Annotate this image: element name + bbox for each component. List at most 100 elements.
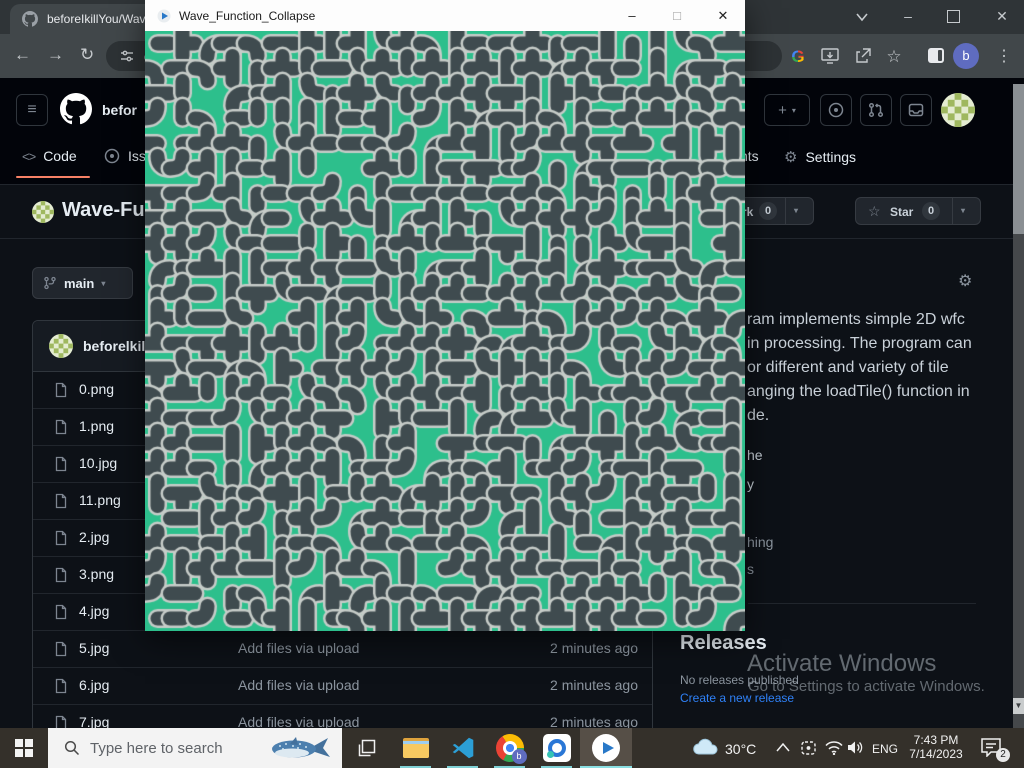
branch-name: main (64, 276, 94, 291)
pull-request-icon (868, 102, 884, 118)
wave-maximize-button[interactable]: □ (657, 0, 697, 31)
commit-author-avatar[interactable] (49, 334, 73, 358)
file-link[interactable]: 3.png (79, 566, 114, 582)
code-icon: <> (22, 149, 35, 164)
taskbar-vscode[interactable] (439, 728, 486, 768)
wifi-icon[interactable] (825, 741, 843, 755)
wave-close-button[interactable]: ✕ (703, 0, 743, 31)
wave-minimize-button[interactable]: – (612, 0, 652, 31)
star-icon: ☆ (868, 203, 881, 220)
browser-profile-avatar[interactable]: b (953, 43, 979, 69)
repo-avatar-identicon (32, 201, 54, 223)
issue-icon (104, 148, 120, 164)
github-logo[interactable] (60, 93, 92, 125)
file-icon (53, 419, 69, 435)
file-link[interactable]: 1.png (79, 418, 114, 434)
share-icon[interactable] (855, 48, 871, 64)
reload-icon[interactable]: ↻ (80, 45, 94, 65)
file-icon (53, 456, 69, 472)
install-icon[interactable] (821, 48, 839, 64)
clock-date: 7/14/2023 (903, 747, 969, 761)
tab-settings[interactable]: ⚙ Settings (784, 148, 856, 166)
create-new-button[interactable]: +▾ (764, 94, 810, 126)
hamburger-menu-button[interactable]: ≡ (16, 94, 48, 126)
page-scrollbar[interactable]: ▼ (1013, 84, 1024, 728)
weather-cloud-icon[interactable] (692, 738, 720, 756)
wave-function-collapse-window: Wave_Function_Collapse – □ ✕ (145, 0, 745, 631)
browser-close-button[interactable]: ✕ (992, 8, 1012, 25)
language-indicator[interactable]: ENG (872, 742, 898, 756)
repo-name-link[interactable]: Wave-Fu (62, 199, 145, 222)
forward-icon[interactable]: → (47, 45, 64, 65)
about-line: anging the loadTile() function in (747, 383, 970, 401)
tune-icon (120, 49, 134, 63)
clock-time: 7:43 PM (903, 733, 969, 747)
wave-window-title: Wave_Function_Collapse (179, 9, 315, 23)
caret-down-icon: ▾ (792, 106, 796, 115)
file-icon (53, 604, 69, 620)
about-list-item-fragment[interactable]: he (747, 447, 763, 463)
scrollbar-thumb[interactable] (1013, 84, 1024, 234)
file-link[interactable]: 2.jpg (79, 529, 109, 545)
action-center-button[interactable]: 2 (980, 737, 1006, 759)
user-avatar-identicon[interactable] (941, 93, 975, 127)
tab-search-chevron-icon[interactable] (855, 12, 869, 22)
start-button[interactable] (0, 728, 48, 768)
scrollbar-down-arrow[interactable]: ▼ (1013, 698, 1024, 714)
commit-message-link[interactable]: Add files via upload (238, 677, 359, 693)
gear-icon: ⚙ (784, 148, 797, 166)
branch-caret-icon: ▾ (101, 279, 105, 288)
notifications-inbox-button[interactable] (900, 94, 932, 126)
taskbar-wave-sketch-active[interactable] (580, 728, 632, 768)
fork-caret-icon[interactable]: ▾ (794, 206, 798, 215)
repo-owner-breadcrumb[interactable]: befor (102, 102, 137, 118)
google-icon[interactable]: G (788, 47, 808, 67)
windows-logo-icon (15, 739, 33, 757)
taskbar-processing[interactable] (533, 728, 580, 768)
star-caret-icon[interactable]: ▾ (961, 206, 965, 215)
notification-badge: 2 (996, 748, 1010, 762)
task-view-button[interactable] (344, 728, 390, 768)
wave-window-titlebar[interactable]: Wave_Function_Collapse – □ ✕ (145, 0, 745, 31)
about-gear-icon[interactable]: ⚙ (958, 271, 972, 291)
pull-requests-button[interactable] (860, 94, 892, 126)
back-icon[interactable]: ← (14, 45, 31, 65)
side-panel-icon[interactable] (928, 48, 944, 63)
browser-minimize-button[interactable]: – (898, 8, 918, 24)
activate-windows-watermark: Activate Windows (747, 650, 936, 678)
tablet-mode-icon[interactable] (800, 740, 817, 756)
taskbar-chrome[interactable]: b (486, 728, 533, 768)
tray-chevron-up-icon[interactable] (776, 743, 790, 752)
file-link[interactable]: 4.jpg (79, 603, 109, 619)
about-list-item-fragment[interactable]: y (747, 476, 754, 492)
global-issues-button[interactable] (820, 94, 852, 126)
star-button[interactable]: ☆ Star 0 ▾ (855, 197, 981, 225)
divider (785, 198, 786, 224)
file-link[interactable]: 0.png (79, 381, 114, 397)
tab-settings-label: Settings (805, 149, 856, 165)
activate-windows-hint: Go to Settings to activate Windows. (748, 678, 985, 695)
tab-code[interactable]: <> Code (22, 148, 77, 164)
vscode-icon (450, 735, 476, 761)
commit-author-name[interactable]: beforelkill (83, 338, 149, 354)
bookmark-star-icon[interactable]: ☆ (884, 47, 904, 67)
file-link[interactable]: 6.jpg (79, 677, 109, 693)
file-explorer-icon (403, 738, 429, 758)
branch-selector-button[interactable]: main ▾ (32, 267, 133, 299)
taskbar-file-explorer[interactable] (392, 728, 439, 768)
maze-canvas (145, 31, 745, 631)
sketch-play-icon (592, 734, 620, 762)
taskbar-search-box[interactable]: Type here to search (48, 728, 342, 768)
github-favicon (22, 11, 38, 27)
clock[interactable]: 7:43 PM 7/14/2023 (903, 733, 969, 761)
browser-menu-icon[interactable]: ⋮ (994, 47, 1014, 67)
file-link[interactable]: 10.jpg (79, 455, 117, 471)
file-link[interactable]: 5.jpg (79, 640, 109, 656)
file-link[interactable]: 11.png (79, 492, 121, 508)
tab-issues[interactable]: Iss (104, 148, 146, 164)
divider (952, 198, 953, 224)
commit-message-link[interactable]: Add files via upload (238, 640, 359, 656)
temperature-text[interactable]: 30°C (725, 741, 756, 757)
browser-restore-button[interactable] (947, 10, 960, 23)
volume-icon[interactable] (847, 740, 864, 755)
